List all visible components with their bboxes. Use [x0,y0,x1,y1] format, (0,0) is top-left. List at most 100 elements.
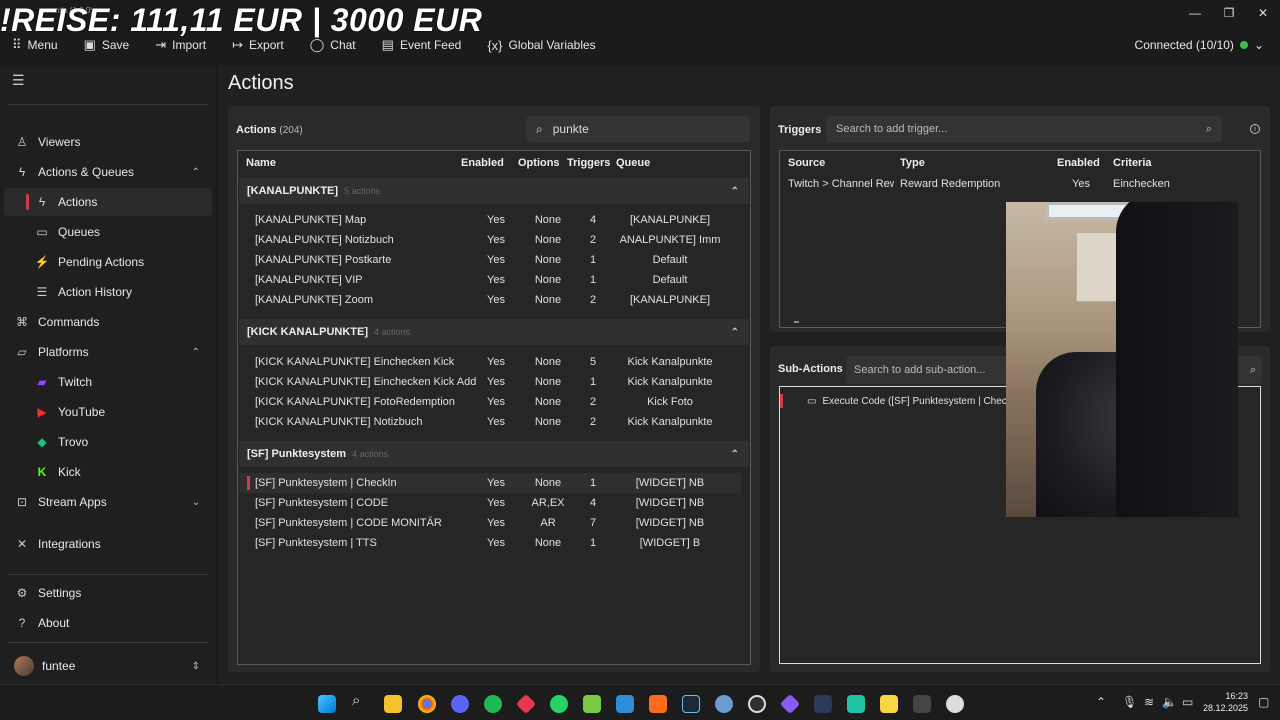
table-row[interactable]: [KICK KANALPUNKTE] Einchecken Kick Yes N… [239,352,741,372]
chatgpt-icon[interactable] [946,695,964,713]
sidebar-item-queues[interactable]: ▭ Queues [4,218,212,246]
group-header[interactable]: [KANALPUNKTE] 5 actions ⌃ [239,178,749,204]
column-header-enabled[interactable]: Enabled [1057,157,1100,169]
sidebar-item-twitch[interactable]: ▰ Twitch [4,368,212,396]
table-row[interactable]: [KANALPUNKTE] Notizbuch Yes None 2 ANALP… [239,230,741,250]
obs-icon[interactable] [748,695,766,713]
sidebar-item-platforms[interactable]: ▱ Platforms ⌃ [4,338,212,366]
event-feed-label: Event Feed [399,38,462,52]
table-row[interactable]: [KICK KANALPUNKTE] Notizbuch Yes None 2 … [239,412,741,432]
sub-action-item[interactable]: ▭ Execute Code ([SF] Punktesystem | Chec… [780,393,1020,409]
hamburger-icon[interactable]: ☰ [12,72,25,89]
sidebar-item-action-history[interactable]: ☰ Action History [4,278,212,306]
search-icon[interactable]: ⌕ [352,692,360,709]
cell-options: None [534,214,562,226]
actions-search-input[interactable]: ⌕ punkte [526,116,750,142]
app-red-icon[interactable] [515,693,537,715]
sidebar-item-settings[interactable]: ⚙ Settings [4,579,212,607]
minimize-button[interactable]: — [1178,0,1212,26]
sidebar-item-stream-apps[interactable]: ⊡ Stream Apps ⌄ [4,488,212,516]
connection-status[interactable]: Connected (10/10) ⌄ [1135,30,1264,60]
start-icon[interactable] [318,695,336,713]
audio-app-icon[interactable] [814,695,832,713]
sidebar-item-actions-queues[interactable]: ϟ Actions & Queues ⌃ [4,158,212,186]
cell-triggers: 7 [589,517,597,529]
chevron-up-icon[interactable]: ⌃ [1096,695,1106,709]
spotify-icon[interactable] [484,695,502,713]
sidebar-item-kick[interactable]: K Kick [4,458,212,486]
cell-name: [KANALPUNKTE] Notizbuch [255,234,394,246]
webcam-person [1116,202,1238,517]
column-header-criteria[interactable]: Criteria [1113,157,1152,169]
stream-apps-icon: ⊡ [16,495,28,509]
column-header-source[interactable]: Source [788,157,825,169]
microphone-icon[interactable]: 🎙 [1122,695,1137,709]
file-explorer-icon[interactable] [384,695,402,713]
bolt-icon: ϟ [18,165,26,179]
sidebar-item-label: Actions [58,195,98,209]
sidebar-item-actions[interactable]: ϟ Actions [4,188,212,216]
davinci-icon[interactable] [913,695,931,713]
trigger-type[interactable]: Reward Redemption [900,178,1000,190]
table-row[interactable]: [KANALPUNKTE] Zoom Yes None 2 [KANALPUNK… [239,290,741,310]
user-profile[interactable]: funtee ⇕ [4,652,212,680]
scroll-indicator[interactable] [794,321,799,323]
app-green-icon[interactable] [583,695,601,713]
cell-queue: [WIDGET] NB [635,497,705,509]
table-row[interactable]: [KICK KANALPUNKTE] Einchecken Kick Add Y… [239,372,741,392]
cell-options: None [534,416,562,428]
sidebar-item-pending-actions[interactable]: ⚡ Pending Actions [4,248,212,276]
trigger-source[interactable]: Twitch > Channel Rewa [788,178,894,190]
battery-icon[interactable]: ▭ [1182,695,1193,709]
group-header[interactable]: [SF] Punktesystem 4 actions ⌃ [239,441,749,467]
table-row[interactable]: [SF] Punktesystem | TTS Yes None 1 [WIDG… [239,533,741,553]
vscode-icon[interactable] [616,695,634,713]
column-header-options[interactable]: Options [518,157,560,169]
table-row[interactable]: [SF] Punktesystem | CODE MONITÄR Yes AR … [239,513,741,533]
global-variables-label: Global Variables [508,38,596,52]
column-header-enabled[interactable]: Enabled [461,157,504,169]
app-globe-icon[interactable] [715,695,733,713]
search-icon[interactable]: ⌕ [1250,364,1256,377]
sticky-notes-icon[interactable] [880,695,898,713]
column-header-name[interactable]: Name [246,157,276,169]
info-icon[interactable]: i [1250,124,1260,134]
sidebar-item-viewers[interactable]: ♙ Viewers [4,128,212,156]
sidebar-item-integrations[interactable]: ✕ Integrations [4,530,212,558]
cell-options: None [534,537,562,549]
sidebar-item-trovo[interactable]: ◆ Trovo [4,428,212,456]
discord-icon[interactable] [451,695,469,713]
table-row[interactable]: [KANALPUNKTE] Postkarte Yes None 1 Defau… [239,250,741,270]
table-row[interactable]: [KANALPUNKTE] Map Yes None 4 [KANALPUNKE… [239,210,741,230]
sidebar-item-commands[interactable]: ⌘ Commands [4,308,212,336]
streamerbot-icon[interactable] [779,693,801,715]
table-row[interactable]: [KICK KANALPUNKTE] FotoRedemption Yes No… [239,392,741,412]
column-header-triggers[interactable]: Triggers [567,157,610,169]
column-header-type[interactable]: Type [900,157,925,169]
column-header-queue[interactable]: Queue [616,157,650,169]
whatsapp-icon[interactable] [550,695,568,713]
sidebar-item-youtube[interactable]: ▶ YouTube [4,398,212,426]
sidebar-item-about[interactable]: ? About [4,609,212,637]
close-button[interactable]: ✕ [1246,0,1280,26]
chevron-up-icon: ⌃ [730,185,739,197]
wave-app-icon[interactable] [847,695,865,713]
trigger-criteria[interactable]: Einchecken [1113,178,1170,190]
app-orange-icon[interactable] [649,695,667,713]
global-variables-button[interactable]: {x} Global Variables [487,38,595,53]
table-row[interactable]: [SF] Punktesystem | CODE Yes AR,EX 4 [WI… [239,493,741,513]
trigger-search-input[interactable]: Search to add trigger... ⌕ [826,116,1222,142]
speaker-icon[interactable]: 🔈 [1162,695,1177,709]
table-row[interactable]: [SF] Punktesystem | CheckIn Yes None 1 [… [239,473,741,493]
table-row[interactable]: [KANALPUNKTE] VIP Yes None 1 Default [239,270,741,290]
wifi-icon[interactable]: ≋ [1144,695,1154,709]
maximize-button[interactable]: ❐ [1212,0,1246,26]
search-icon[interactable]: ⌕ [1206,123,1212,136]
group-header[interactable]: [KICK KANALPUNKTE] 4 actions ⌃ [239,319,749,345]
chrome-icon[interactable] [418,695,436,713]
notification-icon[interactable]: ▢ [1258,695,1269,709]
trigger-enabled[interactable]: Yes [1072,178,1090,190]
cell-options: AR,EX [531,497,565,509]
steam-icon[interactable] [682,695,700,713]
system-clock[interactable]: 16:23 28.12.2025 [1203,690,1248,714]
